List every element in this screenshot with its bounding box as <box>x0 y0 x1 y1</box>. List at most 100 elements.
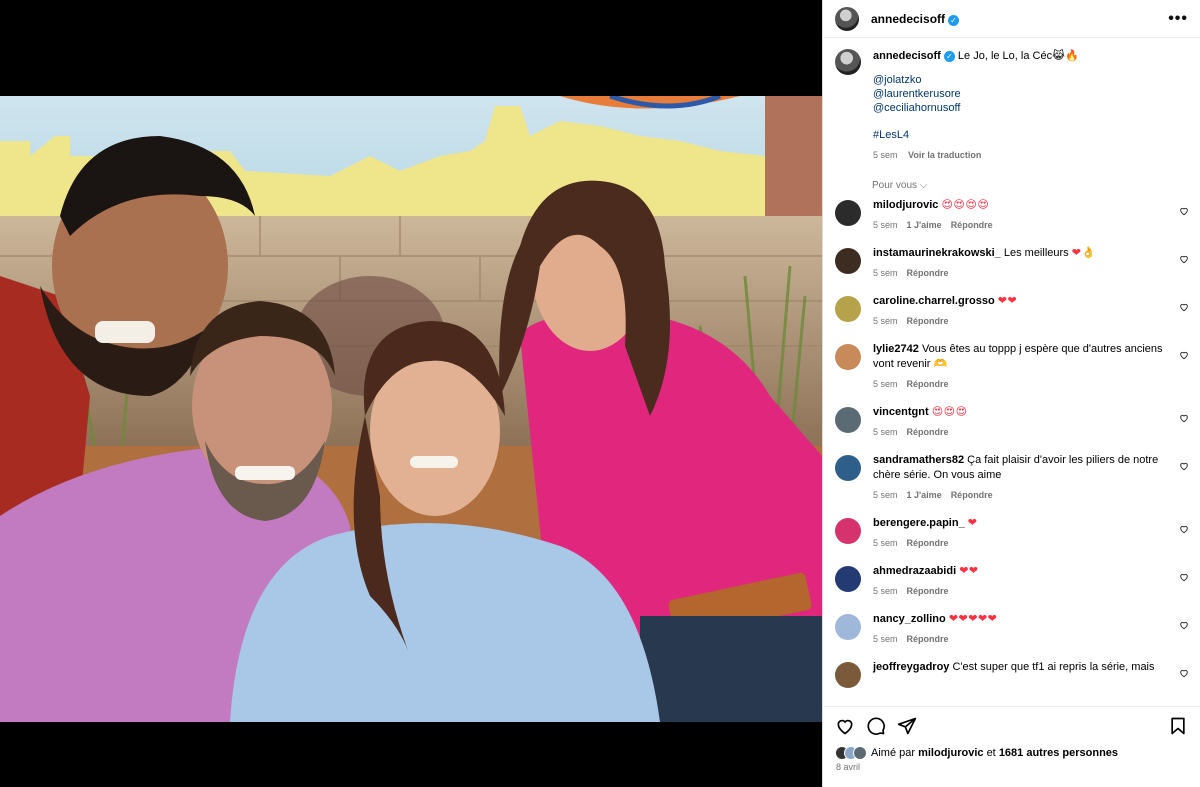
comment-emoji: ❤❤ <box>997 295 1018 307</box>
reply-button[interactable]: Répondre <box>907 586 949 596</box>
commenter-username[interactable]: nancy_zollino <box>873 613 946 625</box>
comment-item: jeoffreygadroy C'est super que tf1 ai re… <box>823 660 1200 688</box>
comment-like-heart-icon[interactable] <box>1179 206 1189 216</box>
comment-item: lylie2742 Vous êtes au toppp j espère qu… <box>823 342 1200 392</box>
post-footer: Aimé par milodjurovic et 1681 autres per… <box>823 706 1200 787</box>
group-selfie-image <box>0 96 822 722</box>
comment-age: 5 sem <box>873 490 898 500</box>
author-avatar[interactable] <box>835 6 859 31</box>
commenter-username[interactable]: vincentgnt <box>873 406 929 418</box>
commenter-avatar[interactable] <box>835 662 861 688</box>
commenter-avatar[interactable] <box>835 614 861 640</box>
post-date[interactable]: 8 avril <box>823 760 1200 772</box>
reply-button[interactable]: Répondre <box>907 316 949 326</box>
liker-avatar <box>853 746 867 760</box>
verified-badge-icon: ✓ <box>943 51 955 62</box>
post-media <box>0 0 822 787</box>
comment-like-heart-icon[interactable] <box>1179 524 1189 534</box>
caption-emoji: 😹🔥 <box>1052 50 1079 62</box>
hashtag-link[interactable]: #LesL4 <box>873 128 1079 142</box>
comment-item: milodjurovic 😍😍😍😍 5 sem 1 J'aime Répondre <box>823 198 1200 233</box>
action-bar <box>823 707 1200 736</box>
comment-like-heart-icon[interactable] <box>1179 620 1189 630</box>
commenter-avatar[interactable] <box>835 407 861 433</box>
commenter-avatar[interactable] <box>835 566 861 592</box>
commenter-avatar[interactable] <box>835 344 861 370</box>
comment-like-heart-icon[interactable] <box>1179 572 1189 582</box>
post-side-panel: annedecisoff ✓ ••• annedecisoff ✓ Le Jo, l… <box>822 0 1200 787</box>
post-photo[interactable] <box>0 96 822 722</box>
more-dots-icon[interactable]: ••• <box>1168 10 1188 28</box>
bookmark-icon[interactable] <box>1168 716 1188 736</box>
comment-emoji: 🫶 <box>933 358 948 370</box>
like-heart-icon[interactable] <box>835 716 855 736</box>
comment-icon[interactable] <box>866 716 886 736</box>
comment-likes[interactable]: 1 J'aime <box>907 220 942 230</box>
comment-emoji: ❤👌 <box>1071 247 1096 259</box>
verified-badge-icon: ✓ <box>948 14 960 26</box>
likes-count[interactable]: 1681 autres personnes <box>999 747 1118 759</box>
comment-item: instamaurinekrakowski_ Les meilleurs ❤👌 5… <box>823 246 1200 281</box>
comments-list: milodjurovic 😍😍😍😍 5 sem 1 J'aime Répondre in… <box>823 198 1200 688</box>
likes-summary[interactable]: Aimé par milodjurovic et 1681 autres per… <box>823 736 1200 760</box>
commenter-username[interactable]: jeoffreygadroy <box>873 661 949 673</box>
comment-like-heart-icon[interactable] <box>1179 254 1189 264</box>
commenter-avatar[interactable] <box>835 296 861 322</box>
reply-button[interactable]: Répondre <box>951 220 993 230</box>
caption-text: Le Jo, le Lo, la Céc <box>957 50 1053 62</box>
commenter-username[interactable]: instamaurinekrakowski_ <box>873 247 1001 259</box>
comment-age: 5 sem <box>873 538 898 548</box>
reply-button[interactable]: Répondre <box>907 379 949 389</box>
commenter-username[interactable]: berengere.papin_ <box>873 517 965 529</box>
author-username[interactable]: annedecisoff ✓ <box>871 12 960 26</box>
for-you-filter[interactable]: Pour vous ⌵ <box>872 180 1200 191</box>
comment-age: 5 sem <box>873 316 898 326</box>
comment-text: Les meilleurs <box>1003 247 1069 259</box>
comment-like-heart-icon[interactable] <box>1179 350 1189 360</box>
caption-author[interactable]: annedecisoff ✓ <box>873 50 955 62</box>
comment-text: C'est super que tf1 ai repris la série, … <box>952 661 1155 673</box>
caption-author-avatar[interactable] <box>835 49 861 75</box>
mention-link[interactable]: @ceciliahornusoff <box>873 101 1079 115</box>
comment-age: 5 sem <box>873 427 898 437</box>
comment-like-heart-icon[interactable] <box>1179 413 1189 423</box>
commenter-avatar[interactable] <box>835 248 861 274</box>
reply-button[interactable]: Répondre <box>951 490 993 500</box>
comment-emoji: ❤❤ <box>959 565 979 577</box>
comment-like-heart-icon[interactable] <box>1179 668 1189 678</box>
commenter-avatar[interactable] <box>835 455 861 481</box>
post-header: annedecisoff ✓ ••• <box>823 0 1200 38</box>
mention-link[interactable]: @laurentkerusore <box>873 87 1079 101</box>
share-send-icon[interactable] <box>897 716 917 736</box>
reply-button[interactable]: Répondre <box>907 268 949 278</box>
comment-like-heart-icon[interactable] <box>1179 302 1189 312</box>
likes-user[interactable]: milodjurovic <box>918 747 983 759</box>
comment-emoji: ❤ <box>967 517 978 529</box>
mention-link[interactable]: @jolatzko <box>873 73 1079 87</box>
comment-item: caroline.charrel.grosso ❤❤ 5 sem Répondre <box>823 294 1200 329</box>
commenter-username[interactable]: milodjurovic <box>873 199 938 211</box>
comment-emoji: 😍😍😍 <box>931 406 968 418</box>
commenter-username[interactable]: lylie2742 <box>873 343 919 355</box>
reply-button[interactable]: Répondre <box>907 538 949 548</box>
commenter-username[interactable]: ahmedrazaabidi <box>873 565 956 577</box>
comment-age: 5 sem <box>873 634 898 644</box>
comment-item: berengere.papin_ ❤ 5 sem Répondre <box>823 516 1200 551</box>
comment-emoji: 😍😍😍😍 <box>941 199 990 211</box>
comments-scroll-area[interactable]: annedecisoff ✓ Le Jo, le Lo, la Céc😹🔥 @jo… <box>823 38 1200 706</box>
comment-likes[interactable]: 1 J'aime <box>907 490 942 500</box>
comment-item: nancy_zollino ❤❤❤❤❤ 5 sem Répondre <box>823 612 1200 647</box>
translate-link[interactable]: Voir la traduction <box>908 150 981 160</box>
commenter-username[interactable]: sandramathers82 <box>873 454 964 466</box>
commenter-avatar[interactable] <box>835 200 861 226</box>
comment-age: 5 sem <box>873 586 898 596</box>
reply-button[interactable]: Répondre <box>907 634 949 644</box>
comment-item: sandramathers82 Ça fait plaisir d'avoir … <box>823 453 1200 503</box>
comment-item: ahmedrazaabidi ❤❤ 5 sem Répondre <box>823 564 1200 599</box>
comment-like-heart-icon[interactable] <box>1179 461 1189 471</box>
commenter-avatar[interactable] <box>835 518 861 544</box>
reply-button[interactable]: Répondre <box>907 427 949 437</box>
comment-emoji: ❤❤❤❤❤ <box>948 613 998 625</box>
likes-prefix: Aimé par <box>871 747 916 759</box>
commenter-username[interactable]: caroline.charrel.grosso <box>873 295 995 307</box>
